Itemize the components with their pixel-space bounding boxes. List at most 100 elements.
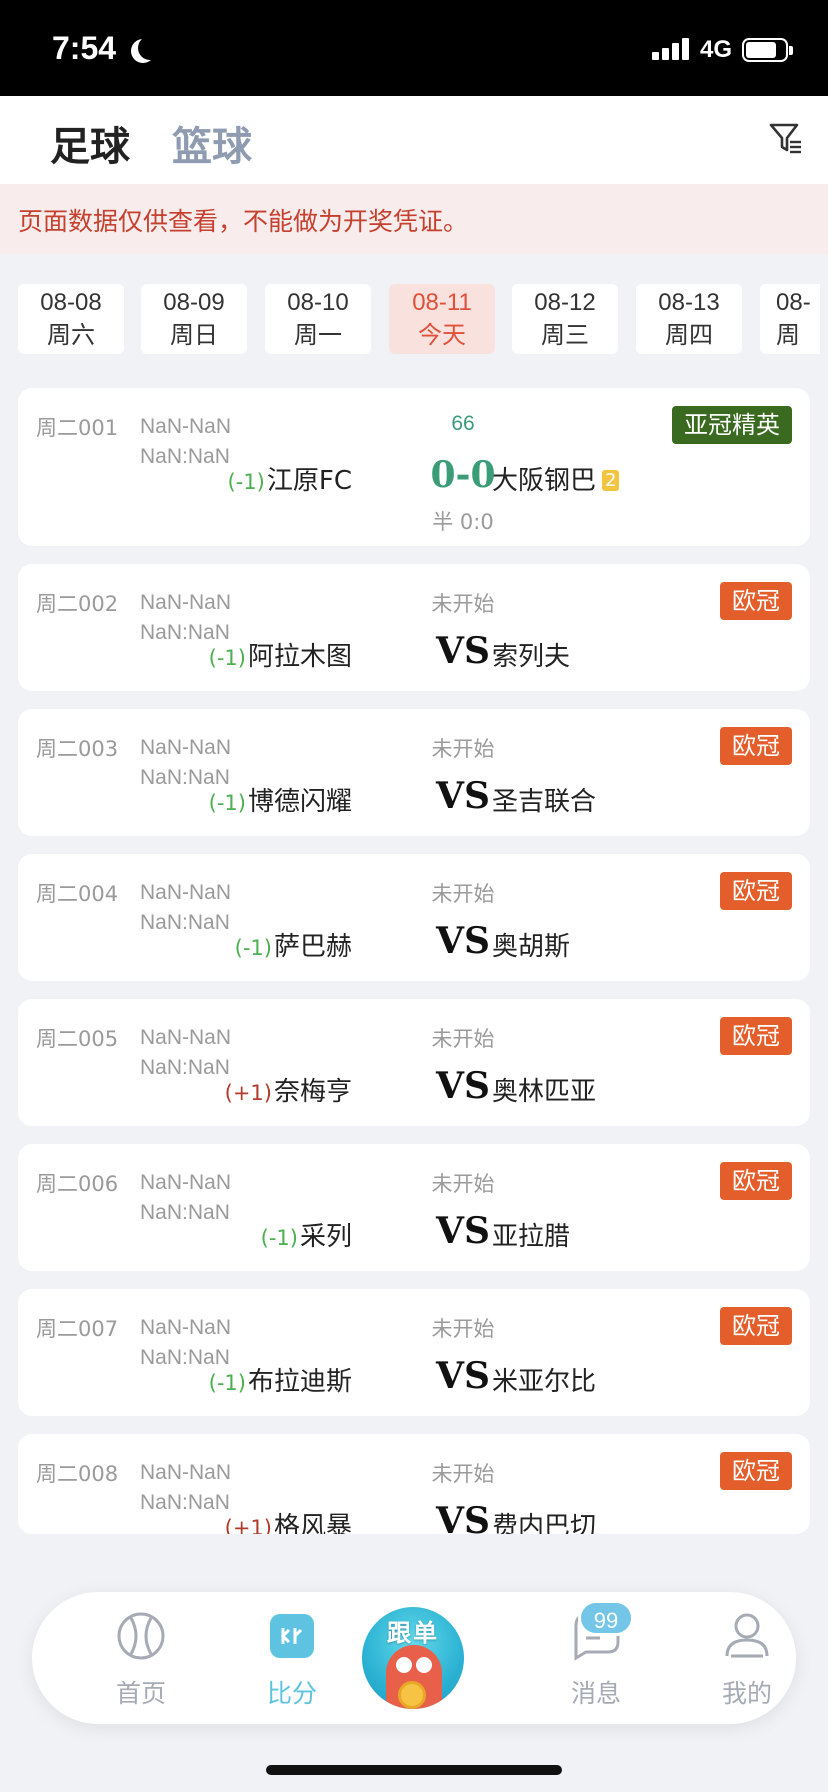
handicap: (-1) [260, 1226, 298, 1250]
date-tab[interactable]: 08-08 周六 [18, 284, 124, 354]
date-label: 08-12 [534, 289, 596, 316]
date-tab-today[interactable]: 08-11 今天 [389, 284, 495, 354]
nav-label: 首页 [115, 1679, 166, 1708]
match-card[interactable]: 周二001 NaN-NaN NaN:NaN 66 (-1)江原FC 0-0 大阪钢巴 2 半 0… [18, 388, 810, 546]
home-team: (-1)萨巴赫 [235, 926, 352, 963]
date-tab[interactable]: 08-12 周三 [512, 284, 618, 354]
handicap: (+1) [224, 1081, 272, 1105]
home-team: (+1)奈梅亨 [225, 1071, 352, 1108]
match-number: 周二001 [36, 416, 119, 440]
sport-tabs-header: 足球 篮球 [0, 96, 828, 184]
handicap: (-1) [208, 1371, 246, 1395]
handicap: (-1) [227, 470, 265, 494]
home-team-name: 博德闪耀 [247, 787, 352, 817]
match-status: 未开始 [431, 882, 495, 906]
yellow-card-count: 2 [602, 470, 620, 491]
nav-follow-label: 跟单 [387, 1619, 439, 1647]
match-number: 周二006 [36, 1172, 119, 1196]
tab-football[interactable]: 足球 [50, 114, 130, 172]
date-label: 08-08 [40, 289, 102, 316]
tab-basketball[interactable]: 篮球 [172, 114, 252, 172]
status-bar: 7:54 4G [0, 0, 828, 96]
match-kickoff: NaN:NaN [140, 445, 230, 468]
moon-icon [138, 36, 162, 60]
away-team: 大阪钢巴 2 [492, 460, 620, 497]
away-team-name: 奥林匹亚 [492, 1077, 597, 1107]
match-time: NaN-NaN NaN:NaN [140, 1458, 231, 1518]
date-label: 08- [776, 289, 811, 316]
handicap: (+1) [224, 1516, 272, 1534]
match-card[interactable]: 周二008 NaN-NaN NaN:NaN 未开始 (+1)格风暴 VS 费内巴切 欧冠 [18, 1434, 810, 1534]
football-icon [117, 1612, 165, 1660]
league-tag: 欧冠 [720, 582, 792, 620]
match-number: 周二002 [36, 592, 119, 616]
nav-score[interactable]: 比分 [237, 1610, 347, 1710]
match-card[interactable]: 周二004 NaN-NaN NaN:NaN 未开始 (-1)萨巴赫 VS 奥胡斯 欧冠 [18, 854, 810, 981]
handicap: (-1) [234, 936, 272, 960]
match-status: 未开始 [431, 592, 495, 616]
weekday-label: 今天 [418, 321, 466, 349]
home-team: (-1)阿拉木图 [209, 636, 352, 673]
away-team-name: 费内巴切 [492, 1512, 597, 1534]
match-card[interactable]: 周二007 NaN-NaN NaN:NaN 未开始 (-1)布拉迪斯 VS 米亚尔比 欧冠 [18, 1289, 810, 1416]
date-selector: 08-08 周六 08-09 周日 08-10 周一 08-11 今天 08-12 周三 … [0, 254, 828, 364]
away-team-name: 圣吉联合 [492, 787, 597, 817]
match-status: 未开始 [431, 1462, 495, 1486]
status-time: 7:54 [52, 30, 117, 66]
mascot-eye [396, 1657, 412, 1673]
handicap: (-1) [208, 791, 246, 815]
date-label: 08-10 [287, 289, 349, 316]
date-tab[interactable]: 08-13 周四 [636, 284, 742, 354]
away-team: 奥林匹亚 [492, 1071, 596, 1108]
away-team: 奥胡斯 [492, 926, 570, 963]
nav-profile[interactable]: 我的 [692, 1610, 802, 1710]
league-tag: 欧冠 [720, 872, 792, 910]
match-status: 未开始 [431, 1027, 495, 1051]
weekday-label: 周四 [665, 321, 713, 349]
bottom-nav: 首页 比分 跟单 消息 99 我的 [32, 1592, 796, 1724]
match-date-range: NaN-NaN [140, 415, 232, 438]
date-tab[interactable]: 08-09 周日 [141, 284, 247, 354]
date-tab[interactable]: 08- 周 [760, 284, 820, 354]
nav-home[interactable]: 首页 [86, 1610, 196, 1710]
nav-label: 消息 [570, 1679, 621, 1708]
match-card[interactable]: 周二006 NaN-NaN NaN:NaN 未开始 (-1)采列 VS 亚拉腊 欧冠 [18, 1144, 810, 1271]
date-tab[interactable]: 08-10 周一 [265, 284, 371, 354]
date-label: 08-13 [658, 289, 720, 316]
message-count-badge: 99 [578, 1600, 634, 1636]
coin-icon [398, 1681, 426, 1709]
nav-label: 我的 [721, 1679, 772, 1708]
match-kickoff: NaN:NaN [140, 1491, 230, 1514]
league-tag: 欧冠 [720, 1162, 792, 1200]
match-number: 周二007 [36, 1317, 119, 1341]
match-time: NaN-NaN NaN:NaN [140, 1168, 231, 1228]
match-status: 66 [451, 412, 475, 435]
match-card[interactable]: 周二005 NaN-NaN NaN:NaN 未开始 (+1)奈梅亨 VS 奥林匹亚 欧冠 [18, 999, 810, 1126]
away-team-name: 奥胡斯 [492, 932, 571, 962]
away-team: 费内巴切 [492, 1506, 596, 1534]
match-card[interactable]: 周二003 NaN-NaN NaN:NaN 未开始 (-1)博德闪耀 VS 圣吉联合 欧冠 [18, 709, 810, 836]
match-date-range: NaN-NaN [140, 881, 232, 904]
match-number: 周二005 [36, 1027, 119, 1051]
date-label: 08-11 [412, 289, 472, 316]
mascot-eye [416, 1657, 432, 1673]
match-time: NaN-NaN NaN:NaN [140, 412, 231, 472]
match-kickoff: NaN:NaN [140, 1201, 230, 1224]
nav-follow[interactable]: 跟单 [362, 1607, 464, 1709]
filter-icon[interactable] [768, 120, 804, 156]
nav-label: 比分 [266, 1679, 317, 1708]
match-card[interactable]: 周二002 NaN-NaN NaN:NaN 未开始 (-1)阿拉木图 VS 索列夫 欧冠 [18, 564, 810, 691]
match-status: 未开始 [431, 1317, 495, 1341]
disclaimer-notice: 页面数据仅供查看，不能做为开奖凭证。 [0, 184, 828, 254]
profile-icon [725, 1613, 769, 1658]
home-team-name: 萨巴赫 [273, 932, 352, 962]
match-status: 未开始 [431, 1172, 495, 1196]
weekday-label: 周 [776, 321, 800, 349]
home-team-name: 布拉迪斯 [247, 1367, 352, 1397]
match-time: NaN-NaN NaN:NaN [140, 878, 231, 938]
half-time-score: 半 0:0 [432, 510, 494, 534]
match-date-range: NaN-NaN [140, 736, 232, 759]
league-tag: 欧冠 [720, 1307, 792, 1345]
home-team-name: 格风暴 [273, 1512, 352, 1534]
network-type: 4G [700, 36, 733, 63]
